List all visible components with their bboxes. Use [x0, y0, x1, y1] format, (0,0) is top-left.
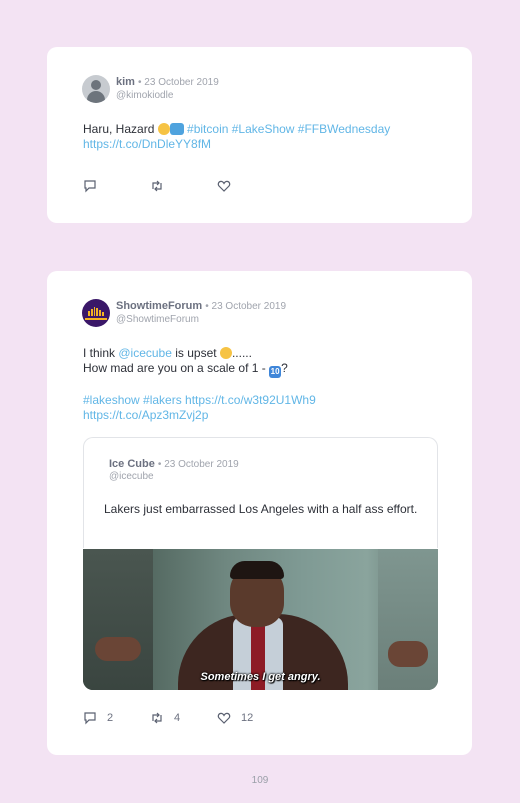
tweet-media-image[interactable]: Sometimes I get angry. — [83, 549, 438, 690]
tweet-date: • 23 October 2019 — [138, 77, 219, 88]
quoted-tweet-text: Lakers just embarrassed Los Angeles with… — [104, 502, 418, 516]
hashtag-links[interactable]: #lakeshow #lakers https://t.co/w3t92U1Wh… — [83, 393, 316, 407]
tweet-actions: 2 4 12 — [83, 711, 253, 725]
author-handle[interactable]: @ShowtimeForum — [116, 314, 199, 325]
media-caption: Sometimes I get angry. — [200, 671, 321, 683]
reply-count: 2 — [107, 712, 114, 724]
reply-button[interactable]: 2 — [83, 711, 150, 725]
default-user-icon — [91, 80, 101, 90]
author-name[interactable]: kim • 23 October 2019 — [116, 76, 219, 88]
reply-icon — [84, 712, 96, 725]
tweet-date: • 23 October 2019 — [205, 301, 287, 312]
like-icon — [217, 712, 231, 724]
avatar[interactable] — [82, 75, 110, 103]
quoted-tweet[interactable]: Ice Cube • 23 October 2019 @icecube Lake… — [83, 437, 438, 548]
reply-icon — [84, 180, 96, 193]
tweet-text: I think @icecube is upset ...... How mad… — [83, 346, 316, 422]
tweet-url-link[interactable]: https://t.co/DnDleYY8fM — [83, 137, 211, 151]
retweet-button[interactable] — [150, 179, 217, 193]
tweet-card-kim: kim • 23 October 2019 @kimokiodle Haru, … — [47, 47, 472, 223]
tweet-url-link[interactable]: https://t.co/Apz3mZvj2p — [83, 408, 208, 422]
like-icon — [217, 180, 231, 192]
reply-button[interactable] — [83, 179, 150, 193]
mention-link[interactable]: @icecube — [118, 346, 172, 360]
keycap-ten-emoji-icon: 10 — [269, 366, 282, 378]
retweet-icon — [152, 180, 162, 192]
like-button[interactable] — [217, 179, 241, 193]
page-number: 109 — [251, 775, 269, 786]
author-name[interactable]: ShowtimeForum • 23 October 2019 — [116, 300, 286, 312]
tweet-text: Haru, Hazard #bitcoin #LakeShow #FFBWedn… — [83, 122, 391, 151]
quoted-author-name[interactable]: Ice Cube • 23 October 2019 — [109, 458, 239, 470]
like-count: 12 — [241, 712, 254, 724]
sweat-smile-emoji-icon — [219, 347, 232, 359]
avatar[interactable] — [82, 299, 110, 327]
author-handle[interactable]: @kimokiodle — [116, 90, 173, 101]
hashtag-links[interactable]: #bitcoin #LakeShow #FFBWednesday — [187, 122, 390, 136]
retweet-count: 4 — [174, 712, 181, 724]
quoted-author-handle[interactable]: @icecube — [109, 471, 154, 482]
showtimeforum-logo-icon — [88, 307, 104, 316]
tweet-card-showtimeforum: ShowtimeForum • 23 October 2019 @Showtim… — [47, 271, 472, 755]
retweet-icon — [152, 712, 162, 724]
retweet-button[interactable]: 4 — [150, 711, 217, 725]
rowboat-emoji-icon — [169, 123, 184, 135]
tweet-actions — [83, 179, 241, 193]
like-button[interactable]: 12 — [217, 711, 253, 725]
smirk-emoji-icon — [157, 123, 170, 135]
quoted-tweet-date: • 23 October 2019 — [157, 459, 239, 470]
